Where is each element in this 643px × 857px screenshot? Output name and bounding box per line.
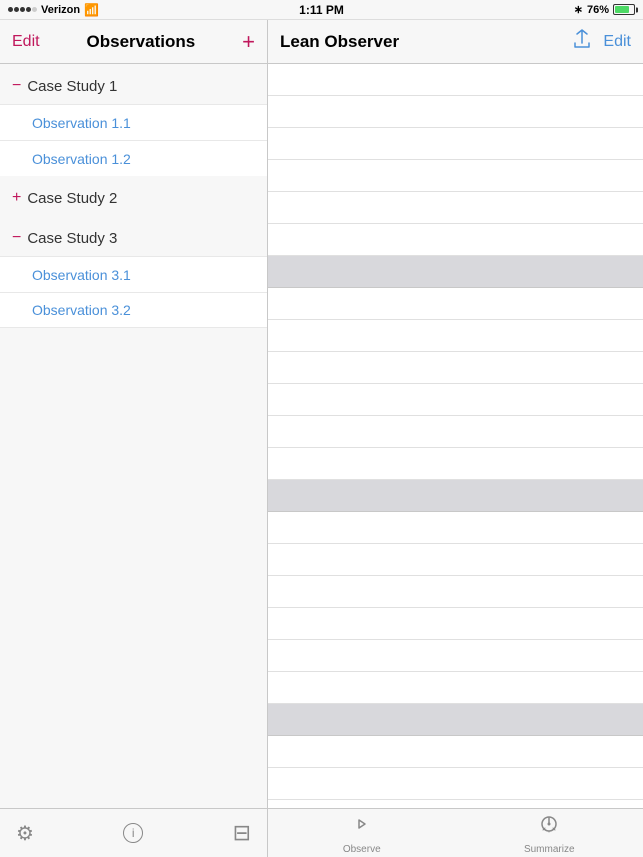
- left-panel: Edit Observations + − Case Study 1 Obser…: [0, 20, 268, 857]
- case-study-3-row[interactable]: − Case Study 3: [0, 220, 267, 256]
- right-panel: Lean Observer Edit: [268, 20, 643, 857]
- observation-1-2-row[interactable]: Observation 1.2: [0, 140, 267, 176]
- paper-line: [268, 288, 643, 320]
- paper-line: [268, 448, 643, 480]
- paper-line: [268, 352, 643, 384]
- summarize-icon: [537, 812, 561, 842]
- observation-3-1-row[interactable]: Observation 3.1: [0, 256, 267, 292]
- paper-line: [268, 800, 643, 808]
- summarize-tab-label: Summarize: [524, 844, 575, 855]
- status-bar: Verizon 📶 1:11 PM ∗ 76%: [0, 0, 643, 20]
- observation-1-2-label: Observation 1.2: [32, 151, 131, 167]
- observation-1-1-row[interactable]: Observation 1.1: [0, 104, 267, 140]
- left-panel-title: Observations: [87, 32, 196, 52]
- paper-line: [268, 544, 643, 576]
- settings-icon[interactable]: ⚙: [16, 821, 34, 846]
- paper-line: [268, 320, 643, 352]
- paper-line: [268, 384, 643, 416]
- paper-line: [268, 512, 643, 544]
- wifi-icon: 📶: [84, 3, 99, 17]
- status-time: 1:11 PM: [299, 3, 344, 17]
- observe-tab-label: Observe: [343, 844, 381, 855]
- battery-icon: [613, 4, 635, 15]
- folder-icon[interactable]: ⊟: [233, 820, 251, 846]
- carrier-label: Verizon: [41, 4, 80, 16]
- observation-3-2-row[interactable]: Observation 3.2: [0, 292, 267, 328]
- info-icon[interactable]: i: [123, 823, 143, 843]
- case-study-1-label: Case Study 1: [27, 78, 117, 95]
- section-divider-1: [268, 256, 643, 288]
- paper-line: [268, 416, 643, 448]
- paper-line: [268, 160, 643, 192]
- paper-line: [268, 224, 643, 256]
- paper-line: [268, 96, 643, 128]
- section-divider-3: [268, 704, 643, 736]
- edit-button[interactable]: Edit: [12, 33, 40, 51]
- bluetooth-icon: ∗: [574, 3, 583, 16]
- right-edit-button[interactable]: Edit: [603, 33, 631, 51]
- right-nav-actions: Edit: [573, 29, 631, 54]
- signal-icon: [8, 7, 37, 12]
- status-left: Verizon 📶: [8, 3, 99, 17]
- paper-line: [268, 128, 643, 160]
- paper-line: [268, 608, 643, 640]
- case-study-1-row[interactable]: − Case Study 1: [0, 68, 267, 104]
- paper-line: [268, 768, 643, 800]
- case-study-2-label: Case Study 2: [27, 190, 117, 207]
- left-nav-bar: Edit Observations +: [0, 20, 267, 64]
- paper-line: [268, 64, 643, 96]
- share-icon[interactable]: [573, 29, 591, 54]
- left-footer: ⚙ i ⊟: [0, 808, 267, 857]
- section-divider-2: [268, 480, 643, 512]
- status-right: ∗ 76%: [574, 3, 635, 16]
- paper-line: [268, 736, 643, 768]
- observation-1-1-label: Observation 1.1: [32, 115, 131, 131]
- paper-line: [268, 192, 643, 224]
- observe-icon: [350, 812, 374, 842]
- case-study-3-label: Case Study 3: [27, 230, 117, 247]
- observations-list: − Case Study 1 Observation 1.1 Observati…: [0, 64, 267, 808]
- paper-line: [268, 640, 643, 672]
- tab-observe[interactable]: Observe: [268, 812, 456, 855]
- case-study-3-toggle: −: [12, 229, 21, 247]
- right-content-area: [268, 64, 643, 808]
- observation-3-2-label: Observation 3.2: [32, 302, 131, 318]
- observation-3-1-label: Observation 3.1: [32, 267, 131, 283]
- case-study-2-row[interactable]: + Case Study 2: [0, 180, 267, 216]
- right-nav-bar: Lean Observer Edit: [268, 20, 643, 64]
- paper-line: [268, 672, 643, 704]
- case-study-2-toggle: +: [12, 189, 21, 207]
- paper-line: [268, 576, 643, 608]
- tab-bar: Observe Summarize: [268, 808, 643, 857]
- main-layout: Edit Observations + − Case Study 1 Obser…: [0, 20, 643, 857]
- case-study-1-toggle: −: [12, 77, 21, 95]
- tab-summarize[interactable]: Summarize: [456, 812, 643, 855]
- add-button[interactable]: +: [242, 31, 255, 53]
- right-panel-title: Lean Observer: [280, 32, 399, 52]
- battery-percent: 76%: [587, 4, 609, 16]
